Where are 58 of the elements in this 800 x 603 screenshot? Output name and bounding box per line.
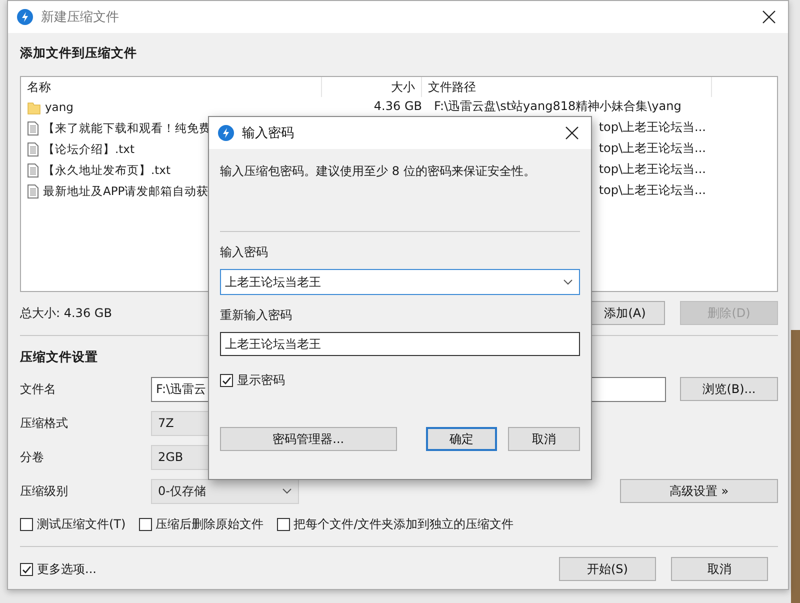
document-icon (27, 184, 39, 199)
cancel-button[interactable]: 取消 (508, 427, 580, 451)
file-name: 【论坛介绍】.txt (43, 141, 134, 158)
file-name: 最新地址及APP请发邮箱自动获 (43, 183, 209, 200)
folder-icon (27, 100, 41, 114)
field-label: 压缩级别 (20, 482, 69, 500)
file-path: top\上老王论坛当... (598, 120, 706, 134)
description-text: 输入压缩包密码。建议使用至少 8 位的密码来保证安全性。 (220, 163, 536, 180)
start-button[interactable]: 开始(S) (559, 557, 656, 581)
file-name: 【永久地址发布页】.txt (43, 162, 170, 179)
dropdown[interactable]: 0-仅存储 (151, 478, 299, 504)
option-label: 更多选项... (37, 560, 96, 578)
checkbox[interactable] (220, 374, 233, 387)
file-path: top\上老王论坛当... (598, 141, 706, 155)
checkbox[interactable] (20, 562, 33, 576)
file-name: yang (45, 99, 74, 116)
section-heading: 压缩文件设置 (20, 348, 99, 366)
advanced-settings-button[interactable]: 高级设置 » (620, 479, 778, 503)
file-size: 4.36 GB (374, 99, 422, 113)
close-icon (565, 126, 579, 140)
checkbox[interactable] (20, 518, 33, 530)
ok-button[interactable]: 确定 (426, 427, 498, 451)
check-icon (21, 564, 32, 574)
document-icon (27, 121, 39, 136)
field-label: 文件名 (20, 380, 57, 398)
field-label: 重新输入密码 (220, 307, 293, 324)
file-path: top\上老王论坛当... (598, 162, 706, 176)
app-icon (17, 9, 33, 25)
checkbox[interactable] (276, 518, 290, 530)
field-label: 输入密码 (220, 244, 269, 261)
document-icon (27, 163, 39, 178)
password-manager-button[interactable]: 密码管理器... (220, 427, 397, 451)
close-icon (762, 10, 776, 24)
total-size: 总大小: 4.36 GB (20, 304, 112, 322)
option-label: 显示密码 (237, 372, 285, 389)
field-label: 分卷 (20, 448, 45, 466)
caret-icon (282, 488, 292, 494)
option-label: 测试压缩文件(T) (37, 516, 126, 532)
confirm-password-field[interactable]: 上老王论坛当老王 (220, 332, 580, 356)
field-label: 压缩格式 (20, 414, 69, 432)
caret-icon (563, 279, 573, 285)
section-heading: 添加文件到压缩文件 (20, 44, 138, 62)
column-header[interactable]: 大小 (322, 77, 422, 97)
option-label: 压缩后删除原始文件 (156, 516, 264, 532)
document-icon (27, 142, 39, 157)
window-title: 新建压缩文件 (41, 9, 120, 26)
app-icon (218, 125, 234, 141)
column-header[interactable]: 名称 (21, 77, 322, 97)
checkbox[interactable] (138, 518, 152, 530)
cancel-button[interactable]: 取消 (671, 557, 768, 581)
dialog-title: 输入密码 (242, 125, 295, 142)
column-header[interactable]: 文件路径 (422, 77, 712, 97)
browse-button[interactable]: 浏览(B)... (680, 377, 778, 401)
check-icon (221, 375, 232, 386)
file-path: F:\迅雷云盘\st站yang818精神小妹合集\yang (434, 99, 682, 113)
file-path: top\上老王论坛当... (598, 183, 706, 197)
password-field[interactable]: 上老王论坛当老王 (220, 269, 580, 295)
option-label: 把每个文件/文件夹添加到独立的压缩文件 (294, 516, 514, 532)
